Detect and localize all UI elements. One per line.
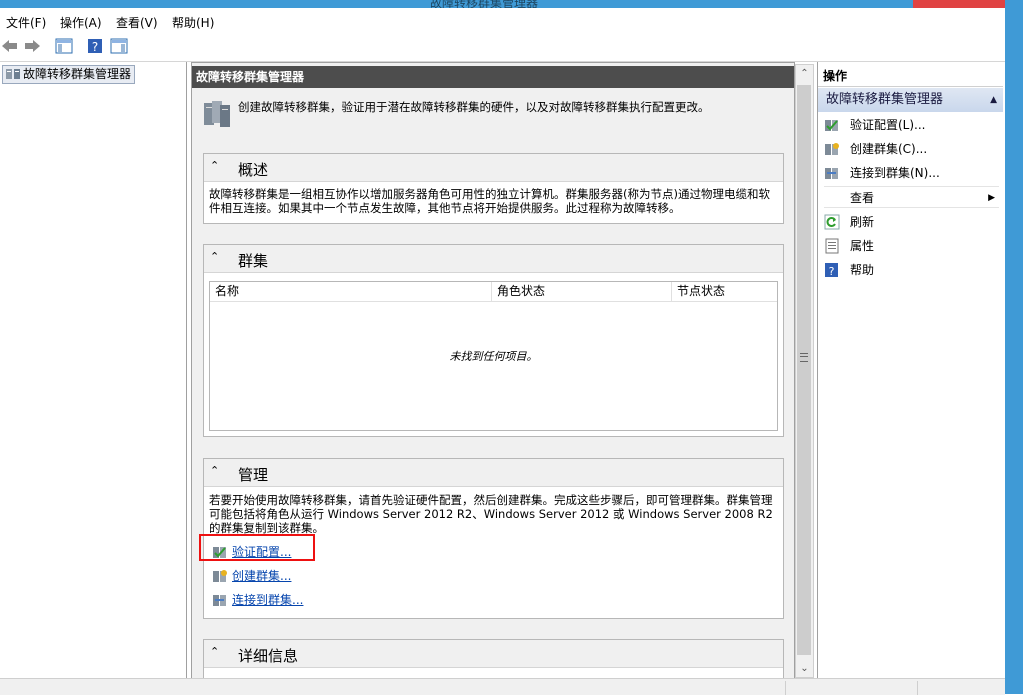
details-section: ⌃ 详细信息: [203, 639, 784, 679]
help-icon: ?: [824, 262, 840, 285]
action-label: 帮助: [850, 263, 875, 277]
details-title: 详细信息: [238, 647, 299, 665]
scroll-up-icon[interactable]: ⌃: [796, 65, 813, 82]
status-separator: [917, 681, 918, 695]
cluster-servers-icon: [202, 99, 230, 127]
actions-group-header[interactable]: 故障转移群集管理器 ▲: [818, 88, 1003, 112]
action-label: 连接到群集(N)...: [850, 166, 940, 180]
forward-icon[interactable]: [23, 37, 41, 55]
scroll-down-icon[interactable]: ⌄: [796, 660, 813, 677]
action-connect-cluster[interactable]: 连接到群集(N)...: [824, 162, 999, 184]
toolbar: ?: [0, 33, 1005, 62]
properties-icon: [824, 238, 840, 261]
clusters-header[interactable]: ⌃ 群集: [204, 245, 783, 273]
connect-cluster-icon: [824, 165, 840, 188]
status-bar: [0, 678, 1005, 695]
actions-group-label: 故障转移群集管理器: [826, 92, 944, 107]
svg-text:?: ?: [92, 40, 98, 54]
clusters-list-header: 名称 角色状态 节点状态: [210, 282, 777, 302]
menu-action[interactable]: 操作(A): [60, 14, 102, 31]
empty-list-message: 未找到任何项目。: [449, 350, 538, 363]
collapse-triangle-icon[interactable]: ▲: [982, 88, 997, 112]
validate-config-icon: [824, 117, 840, 140]
svg-text:?: ?: [829, 265, 835, 278]
manage-title: 管理: [238, 466, 269, 484]
menu-view[interactable]: 查看(V): [116, 14, 158, 31]
menu-help[interactable]: 帮助(H): [172, 14, 214, 31]
create-cluster-icon: [212, 568, 228, 589]
manage-text: 若要开始使用故障转移群集，请首先验证硬件配置，然后创建群集。完成这些步骤后，即可…: [209, 493, 773, 535]
intro-text: 创建故障转移群集，验证用于潜在故障转移群集的硬件，以及对故障转移群集执行配置更改…: [238, 100, 710, 114]
center-scrollbar[interactable]: ⌃ ⌄: [795, 64, 814, 678]
tree-item-failover-cluster-manager[interactable]: 故障转移群集管理器: [2, 65, 136, 85]
cluster-manager-icon: [5, 67, 21, 85]
action-label: 查看: [850, 191, 875, 205]
manage-header[interactable]: ⌃ 管理: [204, 459, 783, 487]
back-icon[interactable]: [1, 37, 19, 55]
actions-title: 操作: [818, 66, 1003, 87]
action-label: 验证配置(L)...: [850, 118, 926, 132]
action-label: 属性: [850, 239, 875, 253]
grip-icon: [800, 353, 808, 362]
clusters-list[interactable]: 名称 角色状态 节点状态 未找到任何项目。: [209, 281, 778, 431]
column-node-status[interactable]: 节点状态: [672, 282, 781, 301]
clusters-section: ⌃ 群集 名称 角色状态 节点状态 未找到任何项目。: [203, 244, 784, 437]
show-tree-icon[interactable]: [55, 37, 73, 55]
highlight-box: [199, 534, 315, 561]
column-name[interactable]: 名称: [210, 282, 492, 301]
close-window-button[interactable]: [913, 0, 1005, 8]
connect-cluster-link[interactable]: 连接到群集...: [212, 591, 303, 609]
action-label: 创建群集(C)...: [850, 142, 928, 156]
status-separator: [785, 681, 786, 695]
window-border: [1005, 0, 1023, 694]
create-cluster-link[interactable]: 创建群集...: [212, 567, 291, 585]
overview-title: 概述: [238, 161, 269, 179]
menu-file[interactable]: 文件(F): [6, 14, 46, 31]
action-view[interactable]: 查看 ▶: [824, 186, 999, 208]
console-tree: 故障转移群集管理器: [0, 62, 187, 678]
overview-section: ⌃ 概述 故障转移群集是一组相互协作以增加服务器角色可用性的独立计算机。群集服务…: [203, 153, 784, 224]
collapse-chevron-icon[interactable]: ⌃: [210, 645, 219, 658]
submenu-arrow-icon: ▶: [988, 193, 995, 203]
overview-header[interactable]: ⌃ 概述: [204, 154, 783, 182]
show-action-pane-icon[interactable]: [110, 37, 128, 55]
action-create-cluster[interactable]: 创建群集(C)...: [824, 138, 999, 160]
action-help[interactable]: ? 帮助: [824, 259, 999, 281]
connect-cluster-label: 连接到群集...: [232, 593, 304, 607]
action-refresh[interactable]: 刷新: [824, 211, 999, 233]
menu-bar: 文件(F) 操作(A) 查看(V) 帮助(H): [0, 8, 1005, 33]
action-properties[interactable]: 属性: [824, 235, 999, 257]
scroll-thumb[interactable]: [797, 85, 811, 655]
create-cluster-icon: [824, 141, 840, 164]
action-validate-config[interactable]: 验证配置(L)...: [824, 114, 999, 136]
center-pane-title: 故障转移群集管理器: [192, 66, 794, 88]
tree-item-label: 故障转移群集管理器: [23, 67, 132, 81]
help-icon[interactable]: ?: [86, 37, 104, 55]
collapse-chevron-icon[interactable]: ⌃: [210, 159, 219, 172]
actions-pane: 操作 故障转移群集管理器 ▲ 验证配置(L)... 创建群集(C)... 连接到…: [817, 62, 1003, 678]
column-role-status[interactable]: 角色状态: [492, 282, 672, 301]
overview-text: 故障转移群集是一组相互协作以增加服务器角色可用性的独立计算机。群集服务器(称为节…: [209, 187, 770, 215]
connect-cluster-icon: [212, 592, 228, 613]
window-title: 故障转移群集管理器: [430, 0, 539, 8]
center-pane: 故障转移群集管理器 创建故障转移群集，验证用于潜在故障转移群集的硬件，以及对故障…: [191, 62, 795, 680]
collapse-chevron-icon[interactable]: ⌃: [210, 250, 219, 263]
clusters-title: 群集: [238, 252, 269, 270]
action-label: 刷新: [850, 215, 875, 229]
create-cluster-label: 创建群集...: [232, 569, 292, 583]
details-header[interactable]: ⌃ 详细信息: [204, 640, 783, 668]
collapse-chevron-icon[interactable]: ⌃: [210, 464, 219, 477]
refresh-icon: [824, 214, 840, 237]
